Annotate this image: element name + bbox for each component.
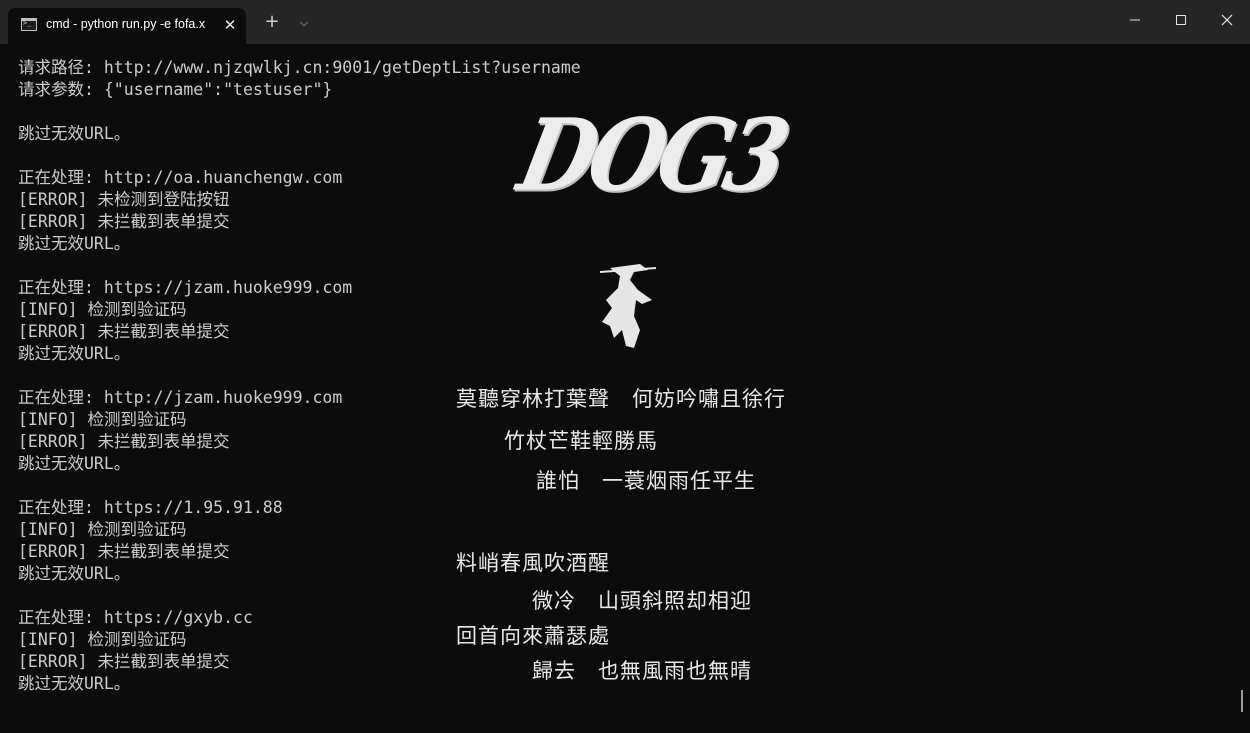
terminal-icon: [21, 18, 37, 31]
terminal-line: 跳过无效URL。: [18, 124, 131, 143]
terminal-line: 跳过无效URL。: [18, 674, 131, 693]
minimize-button[interactable]: [1112, 0, 1158, 40]
terminal-line: 请求参数: {"username":"testuser"}: [18, 80, 333, 99]
new-tab-button[interactable]: +: [262, 12, 282, 32]
terminal-window: cmd - python run.py -e fofa.x ✕ + ⌵ DOG3: [0, 0, 1250, 733]
terminal-line: 跳过无效URL。: [18, 234, 131, 253]
title-bar: cmd - python run.py -e fofa.x ✕ + ⌵: [0, 0, 1250, 44]
terminal-line: 请求路径: http://www.njzqwlkj.cn:9001/getDep…: [18, 58, 581, 77]
tab-title: cmd - python run.py -e fofa.x: [46, 17, 206, 31]
terminal-line: [ERROR] 未检测到登陆按钮: [18, 190, 230, 209]
close-button[interactable]: [1204, 0, 1250, 40]
terminal-line: 跳过无效URL。: [18, 454, 131, 473]
terminal-line: [ERROR] 未拦截到表单提交: [18, 432, 230, 451]
terminal-line: 跳过无效URL。: [18, 564, 131, 583]
terminal-output[interactable]: 请求路径: http://www.njzqwlkj.cn:9001/getDep…: [18, 57, 1218, 695]
close-icon: [1221, 14, 1233, 26]
terminal-line: [ERROR] 未拦截到表单提交: [18, 542, 230, 561]
terminal-line: 跳过无效URL。: [18, 344, 131, 363]
terminal-line: 正在处理: https://1.95.91.88: [18, 498, 283, 517]
tab-cmd[interactable]: cmd - python run.py -e fofa.x ✕: [8, 8, 246, 44]
terminal-line: 正在处理: http://jzam.huoke999.com: [18, 388, 343, 407]
chevron-down-icon[interactable]: ⌵: [294, 12, 314, 32]
tab-close-icon[interactable]: ✕: [220, 15, 240, 35]
terminal-line: [INFO] 检测到验证码: [18, 410, 187, 429]
maximize-icon: [1176, 15, 1186, 25]
terminal-line: [ERROR] 未拦截到表单提交: [18, 652, 230, 671]
terminal-line: [INFO] 检测到验证码: [18, 520, 187, 539]
terminal-line: [INFO] 检测到验证码: [18, 300, 187, 319]
terminal-line: 正在处理: https://gxyb.cc: [18, 608, 253, 627]
terminal-line: [ERROR] 未拦截到表单提交: [18, 212, 230, 231]
terminal-line: [INFO] 检测到验证码: [18, 630, 187, 649]
terminal-line: 正在处理: http://oa.huanchengw.com: [18, 168, 343, 187]
terminal-line: [ERROR] 未拦截到表单提交: [18, 322, 230, 341]
maximize-button[interactable]: [1158, 0, 1204, 40]
terminal-line: 正在处理: https://jzam.huoke999.com: [18, 278, 353, 297]
scrollbar[interactable]: [1241, 690, 1243, 712]
minimize-icon: [1130, 19, 1140, 21]
